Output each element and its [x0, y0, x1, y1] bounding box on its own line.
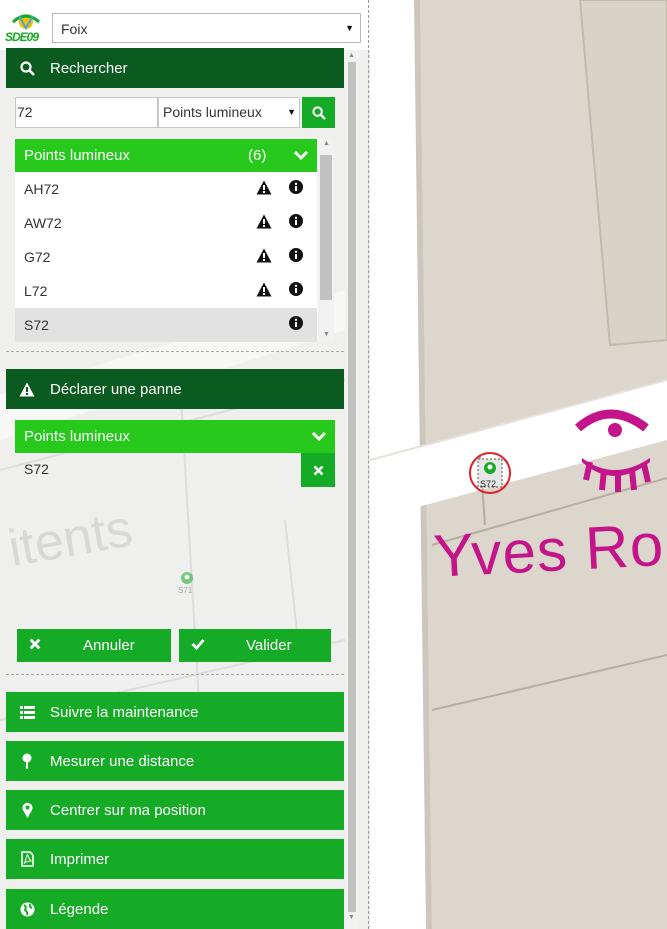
cancel-button[interactable]: Annuler	[17, 629, 171, 662]
result-label: S72	[24, 317, 49, 333]
chevron-down-icon	[311, 431, 327, 442]
info-icon[interactable]	[289, 180, 303, 194]
s71-marker: S71	[178, 570, 196, 598]
menu-print-label: Imprimer	[50, 850, 110, 868]
section-divider	[6, 351, 344, 352]
search-icon	[18, 60, 36, 76]
validate-label: Valider	[246, 637, 292, 654]
menu-center[interactable]: Centrer sur ma position	[6, 790, 344, 830]
menu-center-label: Centrer sur ma position	[50, 801, 206, 819]
panne-selected-item: S72	[24, 461, 49, 477]
scroll-up-icon[interactable]: ▲	[348, 52, 355, 59]
result-row[interactable]: L72	[15, 274, 317, 308]
globe-icon	[18, 902, 36, 917]
dropdown-arrow-icon: ▼	[345, 23, 354, 33]
remove-item-button[interactable]	[301, 453, 335, 487]
info-icon[interactable]	[289, 248, 303, 262]
map-marker-icon	[18, 802, 36, 818]
result-row-selected[interactable]: S72	[15, 308, 317, 342]
menu-distance-label: Mesurer une distance	[50, 752, 195, 770]
section-divider	[6, 674, 344, 675]
warning-icon[interactable]	[256, 282, 272, 297]
selected-marker[interactable]: S72	[468, 451, 512, 495]
search-input[interactable]: 72	[15, 97, 158, 128]
result-label: AW72	[24, 215, 62, 231]
search-icon	[311, 105, 326, 120]
result-label: L72	[24, 283, 48, 299]
scroll-down-icon[interactable]: ▼	[348, 914, 355, 921]
info-icon[interactable]	[289, 316, 303, 330]
menu-legend[interactable]: Légende	[6, 889, 344, 929]
result-row[interactable]: AH72	[15, 172, 317, 206]
pin-icon	[18, 753, 36, 769]
results-list: AH72 AW72 G72 L72 S72	[15, 172, 317, 342]
sidebar-scrollbar-thumb[interactable]	[348, 62, 356, 912]
warning-icon	[18, 382, 36, 397]
search-type-select[interactable]: Points lumineux ▼	[158, 97, 300, 128]
panne-panel-header[interactable]: Déclarer une panne	[6, 369, 344, 409]
warning-icon[interactable]	[256, 180, 272, 195]
warning-icon[interactable]	[256, 214, 272, 229]
pdf-icon	[18, 851, 36, 867]
check-icon	[191, 639, 205, 650]
panne-type-header[interactable]: Points lumineux	[15, 420, 335, 453]
map-view[interactable]: Yves Ro S72	[370, 0, 667, 929]
results-header[interactable]: Points lumineux (6)	[15, 139, 317, 172]
panne-type-label: Points lumineux	[24, 428, 130, 445]
app-root: Yves Ro S72 itents S71 SDE09 Foix ▼ ▲ ▼ …	[0, 0, 667, 929]
results-count: (6)	[248, 147, 267, 164]
menu-maintenance-label: Suivre la maintenance	[50, 703, 199, 721]
city-select[interactable]: Foix ▼	[52, 13, 361, 43]
dropdown-arrow-icon: ▼	[287, 107, 296, 117]
results-scrollbar-thumb[interactable]	[320, 155, 332, 300]
shop-eye-icon	[575, 409, 651, 492]
marker-label: S72	[480, 479, 497, 489]
validate-button[interactable]: Valider	[179, 629, 331, 662]
search-button[interactable]	[302, 97, 335, 128]
search-panel-title: Rechercher	[50, 59, 128, 77]
top-bar: SDE09 Foix ▼	[0, 0, 370, 50]
street-label: Yves Ro	[432, 510, 666, 590]
sidebar-divider	[368, 0, 369, 929]
menu-maintenance[interactable]: Suivre la maintenance	[6, 692, 344, 732]
scroll-down-icon[interactable]: ▼	[323, 331, 330, 338]
chevron-down-icon	[293, 150, 309, 161]
result-row[interactable]: AW72	[15, 206, 317, 240]
search-panel-header[interactable]: Rechercher	[6, 48, 344, 88]
list-icon	[18, 705, 36, 719]
close-icon	[29, 638, 41, 650]
info-icon[interactable]	[289, 282, 303, 296]
city-select-value: Foix	[61, 21, 88, 37]
menu-legend-label: Légende	[50, 900, 109, 918]
logo-text: SDE09	[5, 30, 39, 44]
cancel-label: Annuler	[83, 637, 135, 654]
search-input-value: 72	[17, 104, 33, 120]
warning-icon[interactable]	[256, 248, 272, 263]
menu-print[interactable]: Imprimer	[6, 839, 344, 879]
result-label: G72	[24, 249, 51, 265]
scroll-up-icon[interactable]: ▲	[323, 140, 330, 147]
panne-panel-title: Déclarer une panne	[50, 380, 182, 398]
search-type-value: Points lumineux	[163, 104, 262, 120]
s71-label: S71	[178, 586, 193, 595]
result-label: AH72	[24, 181, 60, 197]
close-icon	[313, 465, 323, 475]
results-header-label: Points lumineux	[24, 147, 130, 164]
info-icon[interactable]	[289, 214, 303, 228]
result-row[interactable]: G72	[15, 240, 317, 274]
menu-distance[interactable]: Mesurer une distance	[6, 741, 344, 781]
sidebar: itents S71 SDE09 Foix ▼ ▲ ▼ Rechercher 7…	[0, 0, 370, 929]
sde09-logo: SDE09	[5, 8, 47, 48]
